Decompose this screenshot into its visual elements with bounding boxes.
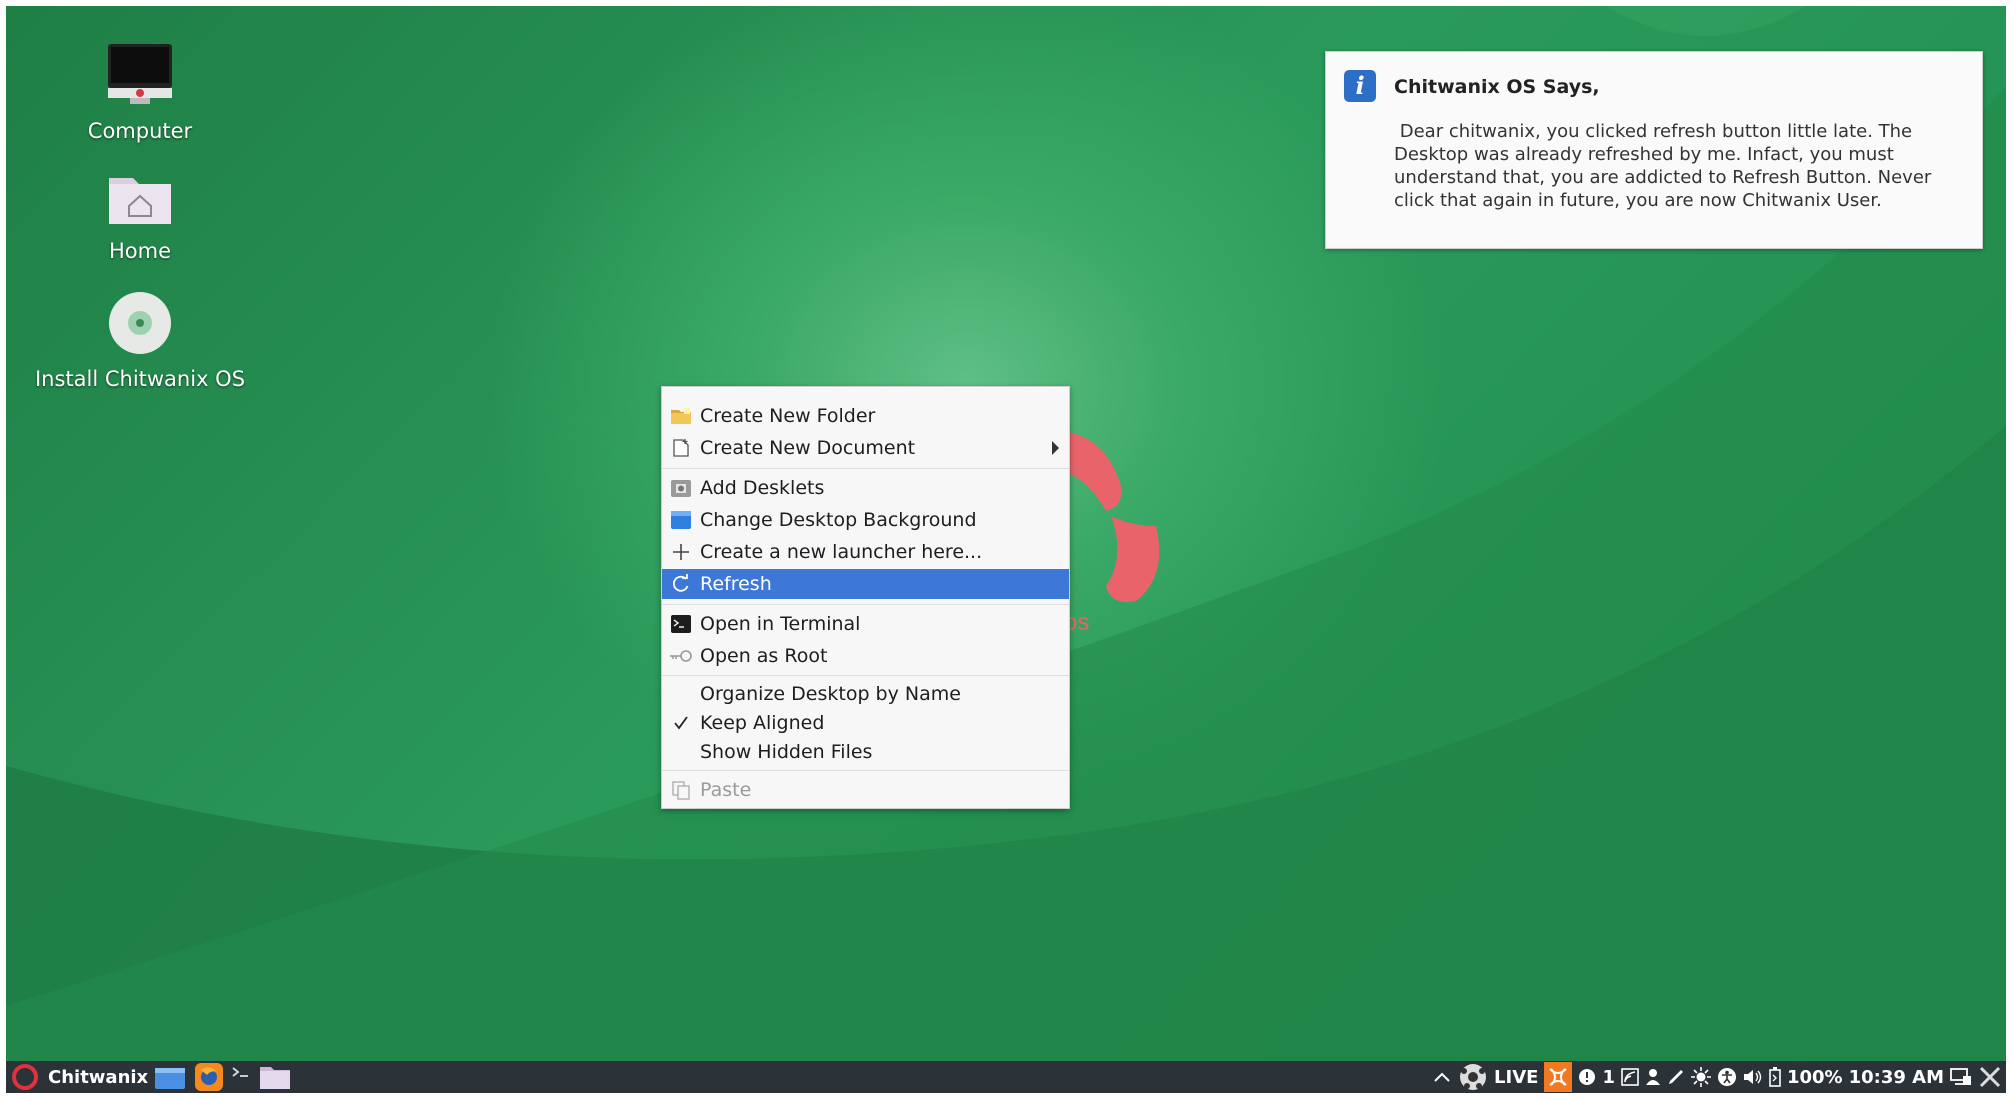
- app-indicator-icon[interactable]: [1544, 1062, 1573, 1092]
- home-folder-icon: [109, 178, 171, 224]
- checkmark-icon: [669, 711, 693, 735]
- desktop-icon-install[interactable]: Install Chitwanix OS: [30, 290, 250, 391]
- plus-icon: [669, 540, 693, 564]
- taskbar: Chitwanix LIVE 1 100% 10:39 AM: [6, 1061, 2006, 1093]
- computer-icon: [108, 44, 172, 104]
- pen-icon[interactable]: [1667, 1068, 1685, 1086]
- background-icon: [669, 508, 693, 532]
- disc-icon: [109, 292, 171, 354]
- menu-item-change-background[interactable]: Change Desktop Background: [662, 505, 1069, 535]
- menu-item-paste[interactable]: Paste: [662, 775, 1069, 805]
- submenu-arrow-icon: [1052, 441, 1059, 455]
- desktop-icon-label: Home: [108, 239, 171, 263]
- menu-item-create-launcher[interactable]: Create a new launcher here...: [662, 537, 1069, 567]
- launcher-firefox[interactable]: [194, 1061, 224, 1093]
- display-icon[interactable]: [1950, 1067, 1972, 1087]
- launcher-files[interactable]: [258, 1061, 292, 1093]
- workspace-indicator[interactable]: 1: [1602, 1067, 1615, 1088]
- show-desktop-icon: [155, 1068, 185, 1089]
- launcher-show-desktop[interactable]: [154, 1061, 186, 1093]
- battery-percent: 100%: [1786, 1066, 1843, 1088]
- menu-separator: [662, 604, 1069, 605]
- desktop-context-menu: Create New Folder Create New Document Ad…: [661, 386, 1070, 809]
- system-tray: LIVE 1 100% 10:39 AM: [1432, 1061, 2002, 1093]
- menu-item-create-folder[interactable]: Create New Folder: [662, 401, 1069, 431]
- desktop-icon-label: Computer: [87, 119, 193, 143]
- menu-item-add-desklets[interactable]: Add Desklets: [662, 473, 1069, 503]
- menu-separator: [662, 675, 1069, 676]
- user-icon[interactable]: [1645, 1068, 1661, 1086]
- volume-icon[interactable]: [1743, 1068, 1763, 1086]
- key-icon: [669, 644, 693, 668]
- battery-icon[interactable]: [1769, 1067, 1781, 1087]
- close-icon[interactable]: [1978, 1065, 2002, 1089]
- file-manager-icon: [260, 1067, 290, 1089]
- menu-item-keep-aligned[interactable]: Keep Aligned: [662, 708, 1069, 738]
- menu-separator: [662, 770, 1069, 771]
- desklet-icon: [669, 476, 693, 500]
- live-session-label: LIVE: [1494, 1066, 1539, 1088]
- menu-separator: [662, 468, 1069, 469]
- terminal-icon: [669, 612, 693, 636]
- menu-item-open-as-root[interactable]: Open as Root: [662, 641, 1069, 671]
- menu-item-open-terminal[interactable]: Open in Terminal: [662, 609, 1069, 639]
- soccer-ball-icon[interactable]: [1458, 1062, 1488, 1092]
- accessibility-icon[interactable]: [1717, 1067, 1737, 1087]
- terminal-icon: [232, 1067, 248, 1077]
- folder-icon: [669, 404, 693, 428]
- alert-icon[interactable]: [1578, 1068, 1596, 1086]
- document-icon: [669, 436, 693, 460]
- launcher-terminal[interactable]: [230, 1061, 252, 1093]
- network-icon[interactable]: [1621, 1068, 1639, 1086]
- clock[interactable]: 10:39 AM: [1849, 1067, 1944, 1088]
- firefox-icon: [195, 1063, 223, 1091]
- refresh-icon: [669, 572, 693, 596]
- paste-icon: [669, 778, 693, 802]
- info-icon: i: [1344, 70, 1376, 102]
- start-menu-button[interactable]: Chitwanix: [10, 1061, 148, 1093]
- chevron-up-icon[interactable]: [1432, 1070, 1452, 1084]
- desktop-icon-home[interactable]: Home: [30, 170, 250, 263]
- chitwanix-menu-icon: [12, 1064, 38, 1090]
- notification: i Chitwanix OS Says, Dear chitwanix, you…: [1325, 51, 1983, 249]
- notification-body: Dear chitwanix, you clicked refresh butt…: [1394, 121, 1938, 211]
- menu-item-refresh[interactable]: Refresh: [662, 569, 1069, 599]
- desktop-icon-computer[interactable]: Computer: [30, 42, 250, 143]
- notification-title: Chitwanix OS Says,: [1394, 76, 1600, 98]
- desktop[interactable]: Computer Home Install Chitwanix OS os i …: [6, 6, 2006, 1093]
- desktop-icon-label: Install Chitwanix OS: [34, 367, 246, 391]
- brightness-icon[interactable]: [1690, 1067, 1711, 1087]
- menu-item-organize-by-name[interactable]: Organize Desktop by Name: [662, 679, 1069, 709]
- start-menu-label: Chitwanix: [48, 1066, 149, 1088]
- menu-item-create-document[interactable]: Create New Document: [662, 433, 1069, 463]
- menu-item-show-hidden-files[interactable]: Show Hidden Files: [662, 737, 1069, 767]
